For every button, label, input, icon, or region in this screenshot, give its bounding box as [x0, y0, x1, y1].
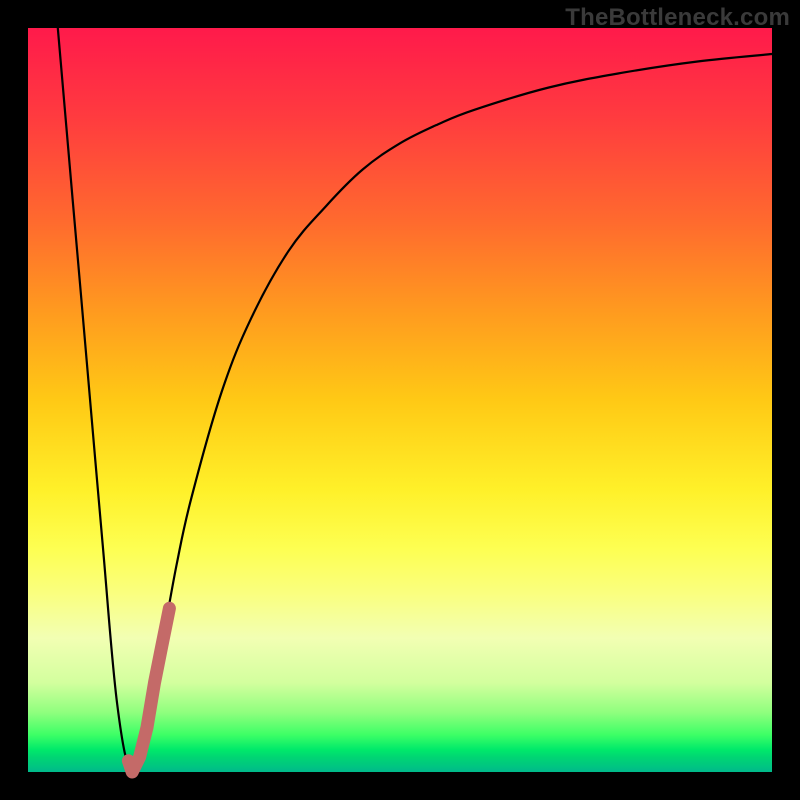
highlight-segment — [128, 608, 169, 772]
chart-frame: TheBottleneck.com — [0, 0, 800, 800]
curve-layer — [28, 28, 772, 772]
watermark-text: TheBottleneck.com — [565, 4, 790, 32]
plot-area — [28, 28, 772, 772]
